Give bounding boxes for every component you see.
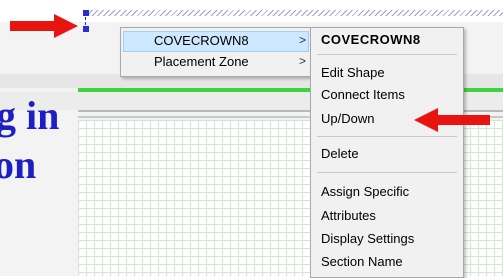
chevron-right-icon: > bbox=[299, 33, 307, 47]
menu-separator bbox=[317, 136, 457, 137]
menu-separator bbox=[317, 54, 457, 55]
red-arrow-right-icon bbox=[10, 14, 78, 38]
selected-shape-outline[interactable] bbox=[86, 10, 503, 16]
menu-item-label: Placement Zone bbox=[154, 54, 249, 69]
submenu: COVECROWN8 Edit Shape Connect Items Up/D… bbox=[310, 27, 464, 278]
chevron-right-icon: > bbox=[299, 54, 307, 68]
submenu-title: COVECROWN8 bbox=[321, 32, 421, 47]
menu-item-delete[interactable]: Delete bbox=[321, 146, 359, 161]
red-arrow-left-icon bbox=[414, 108, 490, 132]
overlay-heading-line2: on bbox=[0, 142, 37, 187]
menu-item-assign-specific[interactable]: Assign Specific bbox=[321, 184, 409, 199]
menu-item-display-settings[interactable]: Display Settings bbox=[321, 231, 414, 246]
menu-separator bbox=[317, 172, 457, 173]
menu-item-up-down[interactable]: Up/Down bbox=[321, 111, 374, 126]
shape-handle[interactable] bbox=[83, 10, 89, 16]
context-menu: COVECROWN8 > Placement Zone > bbox=[120, 27, 312, 77]
menu-item-label: COVECROWN8 bbox=[154, 33, 249, 48]
menu-item-edit-shape[interactable]: Edit Shape bbox=[321, 65, 385, 80]
overlay-heading-line1: g in bbox=[0, 93, 60, 138]
menu-item-attributes[interactable]: Attributes bbox=[321, 208, 376, 223]
menu-item-section-name[interactable]: Section Name bbox=[321, 254, 403, 269]
menu-item-connect-items[interactable]: Connect Items bbox=[321, 87, 405, 102]
shape-handle[interactable] bbox=[83, 26, 89, 32]
